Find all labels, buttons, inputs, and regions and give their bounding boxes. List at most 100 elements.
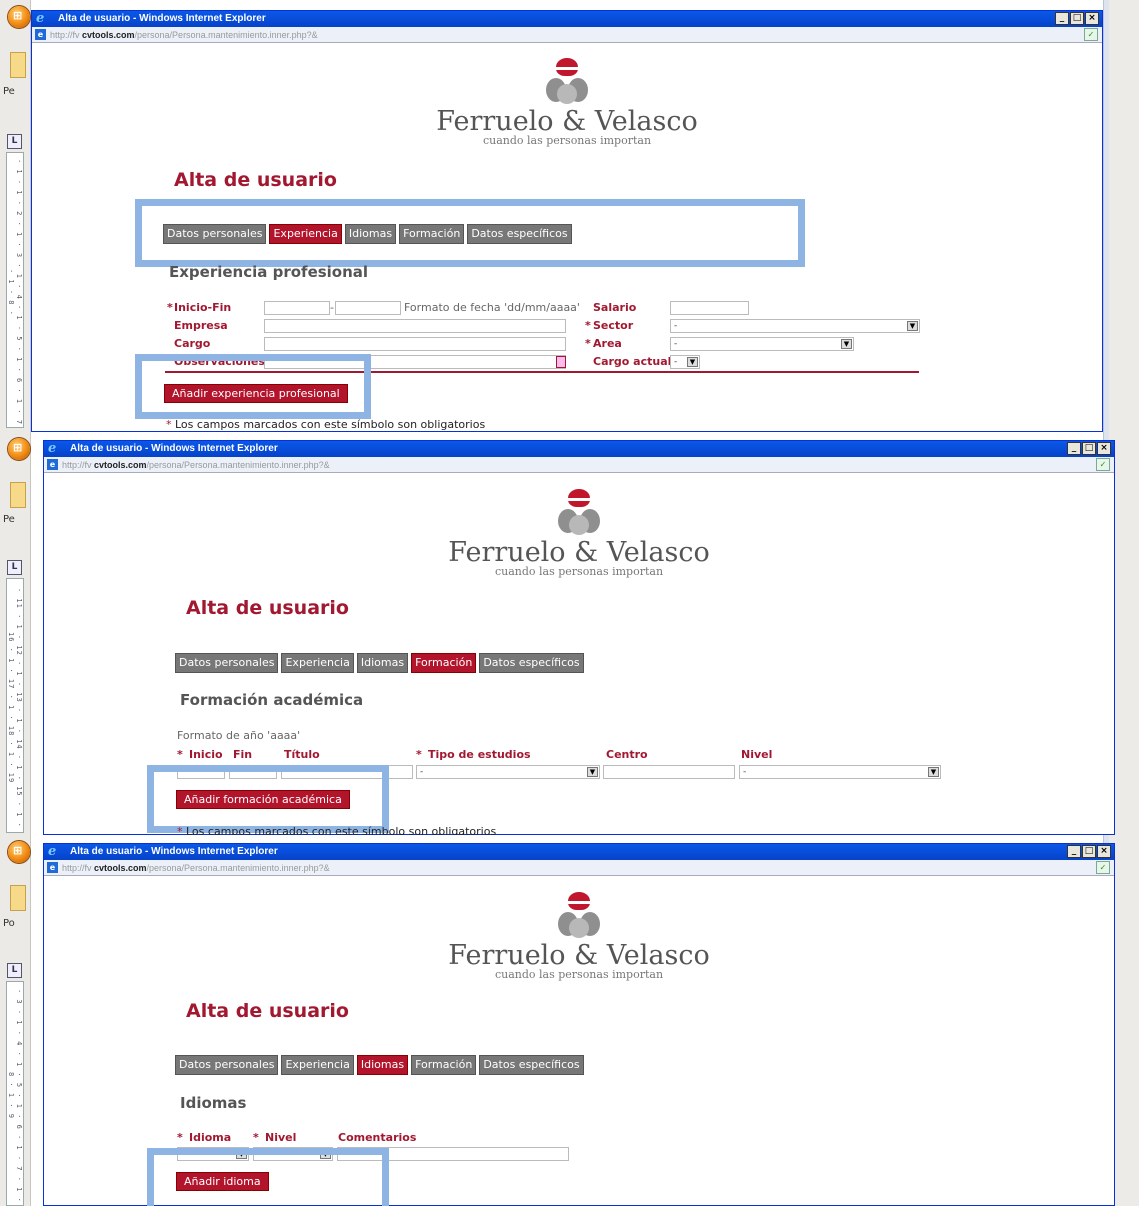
minimize-button[interactable]: _ xyxy=(1055,12,1069,25)
ie-logo-icon: e xyxy=(48,844,57,859)
close-button[interactable]: × xyxy=(1097,845,1111,858)
company-logo: Ferruelo & Velasco cuando las personas i… xyxy=(44,489,1114,578)
sector-select[interactable]: - ▼ xyxy=(670,319,920,333)
inicio-date-input[interactable] xyxy=(264,301,330,315)
scrollbar[interactable] xyxy=(1103,0,1109,432)
address-bar[interactable]: e http://fv cvtools.com/persona/Persona.… xyxy=(32,27,1102,43)
window-titlebar[interactable]: e Alta de usuario - Windows Internet Exp… xyxy=(32,11,1102,27)
cargo-label: Cargo xyxy=(174,337,211,350)
window-titlebar[interactable]: e Alta de usuario - Windows Internet Exp… xyxy=(44,844,1114,860)
logo-mark-icon xyxy=(558,489,600,539)
year-format-hint: Formato de año 'aaaa' xyxy=(177,729,301,742)
tipo-estudios-select[interactable]: - ▼ xyxy=(416,765,600,779)
page-title: Alta de usuario xyxy=(174,169,337,191)
document-icon xyxy=(10,482,26,508)
nivel-select[interactable]: - ▼ xyxy=(739,765,941,779)
office-button-icon[interactable]: ⊞ xyxy=(8,438,30,460)
centro-label: Centro xyxy=(606,748,648,761)
tab-datos-personales[interactable]: Datos personales xyxy=(175,653,279,673)
required-marker: * xyxy=(166,418,172,431)
ie-window: e Alta de usuario - Windows Internet Exp… xyxy=(31,10,1103,432)
area-select[interactable]: - ▼ xyxy=(670,337,854,351)
tab-experiencia[interactable]: Experiencia xyxy=(281,1055,354,1075)
office-button-icon[interactable]: ⊞ xyxy=(8,841,30,863)
compat-icon[interactable]: ✓ xyxy=(1084,28,1098,41)
ruler-tab-button[interactable]: L xyxy=(7,560,22,575)
minimize-button[interactable]: _ xyxy=(1067,845,1081,858)
vertical-ruler: · 3 · 1 · 4 · 1 · 5 · 1 · 6 · 1 · 7 · 1 … xyxy=(6,981,24,1206)
address-bar[interactable]: e http://fv cvtools.com/persona/Persona.… xyxy=(44,860,1114,876)
date-separator: - xyxy=(330,301,334,314)
logo-mark-icon xyxy=(546,58,588,108)
tab-formacion[interactable]: Formación xyxy=(411,653,477,673)
required-marker: * xyxy=(167,301,173,314)
chevron-down-icon[interactable]: ▼ xyxy=(907,321,918,331)
titulo-label: Título xyxy=(284,748,320,761)
ie-logo-icon: e xyxy=(48,441,57,456)
page-icon: e xyxy=(47,459,58,470)
required-footnote: * Los campos marcados con este símbolo s… xyxy=(177,825,496,835)
tipo-estudios-label: Tipo de estudios xyxy=(428,748,531,761)
fin-date-input[interactable] xyxy=(335,301,401,315)
chevron-down-icon[interactable]: ▼ xyxy=(841,339,852,349)
url-domain: cvtools.com xyxy=(94,460,147,470)
side-label: Po xyxy=(3,918,15,929)
ie-window: e Alta de usuario - Windows Internet Exp… xyxy=(43,843,1115,1206)
document-icon xyxy=(10,885,26,911)
maximize-button[interactable]: □ xyxy=(1070,12,1084,25)
tab-bar: Datos personales Experiencia Idiomas For… xyxy=(175,1055,584,1075)
close-button[interactable]: × xyxy=(1097,442,1111,455)
inicio-fin-label: Inicio-Fin xyxy=(174,301,232,314)
ruler-tab-button[interactable]: L xyxy=(7,963,22,978)
required-marker: * xyxy=(177,1131,183,1144)
tab-datos-especificos[interactable]: Datos específicos xyxy=(479,653,584,673)
salario-label: Salario xyxy=(593,301,637,314)
cargo-input[interactable] xyxy=(264,337,566,351)
tipo-estudios-value: - xyxy=(420,767,424,777)
url-prefix: http://fv xyxy=(62,460,95,470)
ruler-tab-button[interactable]: L xyxy=(7,134,22,149)
compat-icon[interactable]: ✓ xyxy=(1096,458,1110,471)
empresa-input[interactable] xyxy=(264,319,566,333)
minimize-button[interactable]: _ xyxy=(1067,442,1081,455)
window-titlebar[interactable]: e Alta de usuario - Windows Internet Exp… xyxy=(44,441,1114,457)
tab-datos-personales[interactable]: Datos personales xyxy=(175,1055,279,1075)
logo-name: Ferruelo & Velasco xyxy=(448,537,710,568)
url-domain: cvtools.com xyxy=(82,30,135,40)
url-path: /persona/Persona.mantenimiento.inner.php… xyxy=(146,460,330,470)
chevron-down-icon[interactable]: ▼ xyxy=(687,357,698,367)
word-left-pane: Pe L · 11 · 1 · 12 · 1 · 13 · 1 · 14 · 1… xyxy=(0,432,31,835)
url-prefix: http://fv xyxy=(62,863,95,873)
address-bar[interactable]: e http://fv cvtools.com/persona/Persona.… xyxy=(44,457,1114,473)
office-button-icon[interactable]: ⊞ xyxy=(8,6,30,28)
side-label: Pe xyxy=(3,514,15,525)
required-marker: * xyxy=(585,319,591,332)
page-icon: e xyxy=(35,29,46,40)
close-button[interactable]: × xyxy=(1085,12,1099,25)
tab-formacion[interactable]: Formación xyxy=(411,1055,477,1075)
compat-icon[interactable]: ✓ xyxy=(1096,861,1110,874)
sector-label: Sector xyxy=(593,319,634,332)
side-label: Pe xyxy=(3,86,15,97)
tab-idiomas[interactable]: Idiomas xyxy=(356,653,409,673)
required-footnote: * Los campos marcados con este símbolo s… xyxy=(166,418,485,431)
maximize-button[interactable]: □ xyxy=(1082,442,1096,455)
expand-icon[interactable] xyxy=(556,356,566,368)
word-left-pane: Pe L · 1 · 1 · 2 · 1 · 3 · 1 · 4 · 1 · 5… xyxy=(0,0,31,432)
required-marker: * xyxy=(253,1131,259,1144)
page-icon: e xyxy=(47,862,58,873)
page-title: Alta de usuario xyxy=(186,1000,349,1022)
cargo-actual-select[interactable]: - ▼ xyxy=(670,355,700,369)
maximize-button[interactable]: □ xyxy=(1082,845,1096,858)
salario-input[interactable] xyxy=(670,301,749,315)
logo-name: Ferruelo & Velasco xyxy=(436,106,698,137)
chevron-down-icon[interactable]: ▼ xyxy=(928,767,939,777)
tab-experiencia[interactable]: Experiencia xyxy=(281,653,354,673)
tab-datos-especificos[interactable]: Datos específicos xyxy=(479,1055,584,1075)
tab-idiomas[interactable]: Idiomas xyxy=(356,1055,409,1075)
centro-input[interactable] xyxy=(603,765,735,779)
comentarios-label: Comentarios xyxy=(338,1131,417,1144)
nivel-label: Nivel xyxy=(741,748,773,761)
chevron-down-icon[interactable]: ▼ xyxy=(587,767,598,777)
sector-value: - xyxy=(674,321,678,331)
